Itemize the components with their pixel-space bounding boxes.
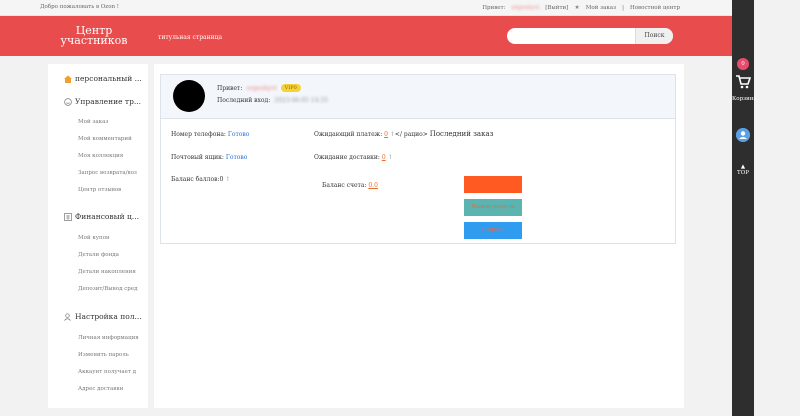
sidebar-section-label: Управление тр... [75,97,142,106]
sidebar-item-fund-details[interactable]: Детали фонда [78,252,146,258]
home-icon [64,75,72,83]
profile-header: Привет: orgenhyvl VIP0 Последний вход: 2… [161,75,675,119]
cart-count-badge: 0 [737,58,749,70]
logo[interactable]: Центр участников [58,25,130,47]
account-panel: Привет: orgenhyvl VIP0 Последний вход: 2… [160,74,676,244]
last-login-value: 2023-06-05 14:35 [274,97,329,104]
sidebar-item-my-coupon[interactable]: Мой купон [78,235,146,241]
header: Центр участников титульная страница Поис… [0,16,732,56]
sidebar-item-account-receives[interactable]: Аккаунт получает д [78,369,146,375]
member-center-page: Добро пожаловать в Ozon ! Привет: orgenh… [0,0,800,416]
arrow-up-icon: ↑ [225,176,231,183]
balance-label: Баланс счета: [322,182,367,189]
pending-delivery-row: Ожидание доставки: 0 ↑ [314,154,393,161]
logo-line2: участников [60,34,128,47]
sidebar-item-review-center[interactable]: Центр отзывов [78,187,146,193]
sidebar-item-accumulation-details[interactable]: Детали накопления [78,269,146,275]
balance-row: Баланс счета: 0.0 [322,182,378,189]
welcome-text: Добро пожаловать в Ozon ! [40,4,120,10]
news-center-link[interactable]: Новостной центр [630,5,680,11]
smile-icon [64,97,72,106]
pending-payment-row: Ожидающий платеж: 0 ↑</ рацио> Последний… [314,130,493,138]
search-box: Поиск [507,28,673,44]
user-settings-icon [64,312,71,321]
sidebar-section-label: Настройка пол... [75,312,142,321]
last-order-link[interactable]: Последний заказ [430,130,494,138]
profile-greeting: Привет: orgenhyvl VIP0 [217,84,301,92]
pending-payment-label: Ожидающий платеж: [314,131,383,138]
search-input[interactable] [515,31,633,41]
points-label: Баланс баллов: [171,176,220,183]
cart-label[interactable]: Корзина [732,96,757,102]
sidebar-section-finance[interactable]: Финансовый ц... [64,212,139,221]
sidebar: персональный ... Управление тр... Мой за… [48,64,148,408]
sidebar-section-label: Финансовый ц... [75,212,139,221]
top-bar-right: Привет: orgenhyvl [Выйти] ★ Мой заказ | … [482,4,680,11]
action-button[interactable] [464,176,522,193]
phone-row: Номер телефона: Готово [171,131,249,138]
sidebar-item-change-password[interactable]: Изменить пароль [78,352,146,358]
phone-status-link[interactable]: Готово [228,131,250,138]
points-row: Баланс баллов:0 ↑ [171,176,230,183]
withdraw-button[interactable]: Вывод средств [464,199,522,216]
sidebar-item-delivery-address[interactable]: Адрес доставки [78,386,146,392]
sidebar-item-personal-info[interactable]: Личная информация [78,335,146,341]
home-link[interactable]: титульная страница [158,34,222,41]
pending-payment-count[interactable]: 0 [384,131,388,138]
top-bar: Добро пожаловать в Ozon ! Привет: orgenh… [0,0,732,16]
last-login-label: Последний вход: [217,97,271,104]
right-rail: 0 Корзина ▲ TOP [732,0,757,416]
search-button[interactable]: Поиск [635,28,673,44]
sidebar-section-trade[interactable]: Управление тр... [64,97,141,106]
my-orders-link[interactable]: Мой заказ [586,5,616,11]
top-label: TOP [737,170,749,176]
user-icon[interactable] [736,128,750,142]
sidebar-item-my-comments[interactable]: Мой комментарий [78,136,146,142]
greeting-label: Привет: [482,4,506,11]
username-link[interactable]: orgenhyvl [511,5,539,11]
balance-value[interactable]: 0.0 [368,182,378,189]
sidebar-item-my-collection[interactable]: Моя коллекция [78,153,146,159]
cart-icon[interactable] [735,74,751,90]
divider: | [622,4,624,11]
sidebar-section-label: персональный ... [75,74,142,83]
pending-delivery-label: Ожидание доставки: [314,154,380,161]
main-content: Привет: orgenhyvl VIP0 Последний вход: 2… [154,64,684,408]
star-icon: ★ [574,4,580,11]
sidebar-section-personal[interactable]: персональный ... [64,74,142,83]
vip-badge: VIP0 [280,84,301,92]
email-row: Почтовый ящик: Готово [171,154,247,161]
email-label: Почтовый ящик: [171,154,224,161]
sidebar-item-my-order[interactable]: Мой заказ [78,119,146,125]
greeting-label: Привет: [217,84,243,92]
sidebar-section-user-settings[interactable]: Настройка пол... [64,312,142,321]
pending-payment-suffix: </ рацио> [394,131,428,138]
arrow-up-icon: ↑ [387,154,393,161]
finance-icon [64,212,72,221]
sidebar-item-return-request[interactable]: Запрос возврата/воз [78,170,146,176]
last-login: Последний вход: 2023-06-05 14:35 [217,97,328,104]
phone-label: Номер телефона: [171,131,226,138]
email-status-link[interactable]: Готово [226,154,248,161]
pending-delivery-count[interactable]: 0 [382,154,386,161]
sidebar-item-deposit-withdraw[interactable]: Депозит/Вывод сред [78,286,146,292]
points-value: 0 [219,176,224,183]
avatar[interactable] [173,80,205,112]
topup-button[interactable]: Пополн [464,222,522,239]
profile-username: orgenhyvl [246,84,277,92]
logout-link[interactable]: [Выйти] [545,5,568,11]
back-to-top-button[interactable]: ▲ TOP [735,164,751,176]
